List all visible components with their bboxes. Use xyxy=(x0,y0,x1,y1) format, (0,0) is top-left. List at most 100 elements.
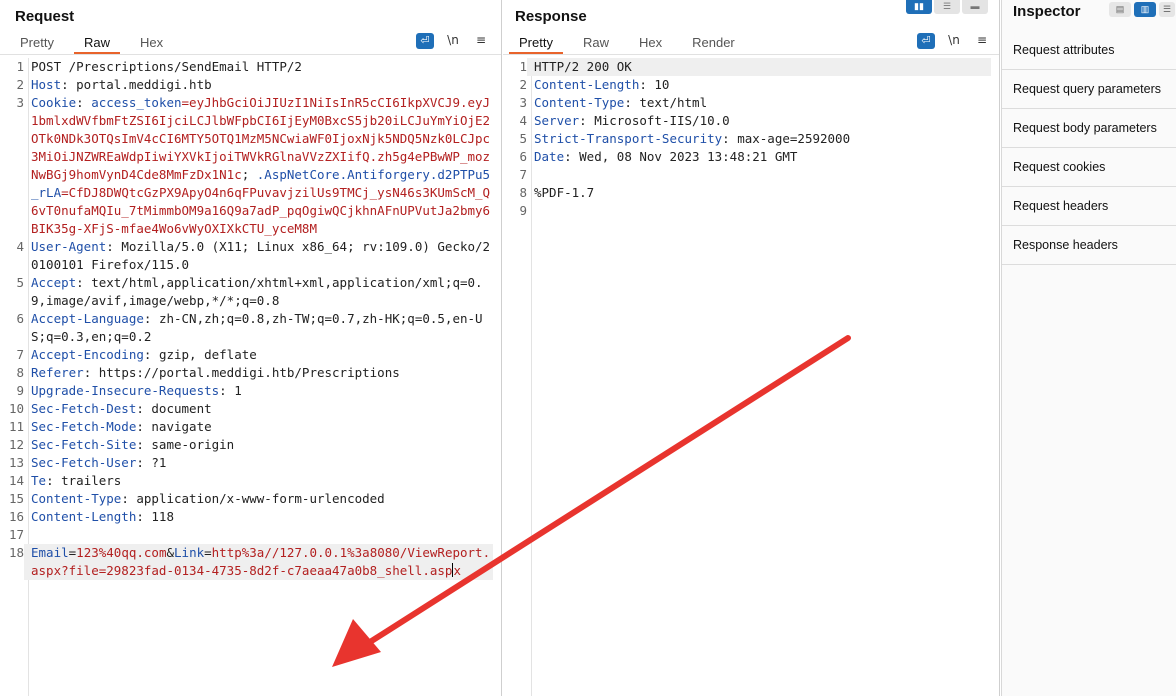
header-name: Sec-Fetch-User xyxy=(31,455,137,470)
show-newlines-icon[interactable]: \n xyxy=(945,33,963,49)
inspector-section-request-cookies[interactable]: Request cookies xyxy=(1002,148,1176,187)
response-lines: 1 HTTP/2 200 OK 2 Content-Length: 10 3 Conten… xyxy=(503,58,991,220)
line-text: Host: portal.meddigi.htb xyxy=(24,76,493,94)
text-segment: : 10 xyxy=(639,77,670,92)
text-segment: ; xyxy=(241,167,257,182)
request-pane: Request Pretty Raw Hex ⏎ \n ≡ 1 POST /Presc… xyxy=(0,0,502,696)
header-name: Host xyxy=(31,77,62,92)
code-line: 17 xyxy=(0,526,493,544)
code-line: 9 xyxy=(503,202,991,220)
code-line: 13 Sec-Fetch-User: ?1 xyxy=(0,454,493,472)
divider xyxy=(503,54,999,55)
request-tabs: Pretty Raw Hex xyxy=(10,33,183,55)
side-by-side-layout-icon[interactable]: ▮▮ xyxy=(906,0,932,14)
line-text: Accept-Encoding: gzip, deflate xyxy=(24,346,493,364)
text-segment: HTTP/2 200 OK xyxy=(534,59,632,74)
response-tab-render[interactable]: Render xyxy=(682,33,745,54)
text-segment: : xyxy=(76,95,92,110)
code-line: 11 Sec-Fetch-Mode: navigate xyxy=(0,418,493,436)
code-line: 5 Accept: text/html,application/xhtml+xml… xyxy=(0,274,493,310)
request-title: Request xyxy=(15,8,75,25)
code-line: 10 Sec-Fetch-Dest: document xyxy=(0,400,493,418)
line-text xyxy=(24,526,493,544)
inspector-list-icon[interactable]: ▤ xyxy=(1109,2,1131,17)
code-line: 2 Host: portal.meddigi.htb xyxy=(0,76,493,94)
line-number: 8 xyxy=(16,365,24,380)
line-number: 3 xyxy=(519,95,527,110)
code-line: 3 Cookie: access_token=eyJhbGciOiJIUzI1Ni… xyxy=(0,94,493,238)
header-name: Referer xyxy=(31,365,84,380)
inspector-section-request-attributes[interactable]: Request attributes xyxy=(1002,31,1176,70)
line-number: 8 xyxy=(519,185,527,200)
code-line: 7 Accept-Encoding: gzip, deflate xyxy=(0,346,493,364)
inspector-columns-icon[interactable]: ▥ xyxy=(1134,2,1156,17)
header-name: Date xyxy=(534,149,565,164)
response-tab-raw[interactable]: Raw xyxy=(573,33,619,54)
word-wrap-icon[interactable]: ⏎ xyxy=(416,33,434,49)
header-name: Te xyxy=(31,473,47,488)
text-segment: : application/x-www-form-urlencoded xyxy=(121,491,385,506)
line-text: Te: trailers xyxy=(24,472,493,490)
line-text: Content-Type: text/html xyxy=(527,94,991,112)
text-segment: %PDF-1.7 xyxy=(534,185,595,200)
inspector-toggles: ▤ ▥ ☰ xyxy=(1109,2,1175,17)
header-value: 123%40qq.com xyxy=(76,545,167,560)
menu-icon[interactable]: ≡ xyxy=(973,33,991,49)
text-segment: : 118 xyxy=(136,509,174,524)
text-segment: : Microsoft-IIS/10.0 xyxy=(579,113,730,128)
line-number: 1 xyxy=(519,59,527,74)
code-line: 2 Content-Length: 10 xyxy=(503,76,991,94)
header-name: Content-Length xyxy=(534,77,640,92)
response-tab-hex[interactable]: Hex xyxy=(629,33,672,54)
request-tab-hex[interactable]: Hex xyxy=(130,33,173,54)
header-name: Sec-Fetch-Site xyxy=(31,437,137,452)
text-segment: : text/html,application/xhtml+xml,applic… xyxy=(31,275,483,308)
code-line: 7 xyxy=(503,166,991,184)
request-lines: 1 POST /Prescriptions/SendEmail HTTP/2 2 Ho… xyxy=(0,58,493,580)
line-text: Cookie: access_token=eyJhbGciOiJIUzI1NiI… xyxy=(24,94,493,238)
menu-icon[interactable]: ≡ xyxy=(472,33,490,49)
show-newlines-icon[interactable]: \n xyxy=(444,33,462,49)
line-number: 7 xyxy=(519,167,527,182)
text-segment: : portal.meddigi.htb xyxy=(61,77,212,92)
code-line: 6 Accept-Language: zh-CN,zh;q=0.8,zh-TW;q… xyxy=(0,310,493,346)
single-pane-layout-icon[interactable]: ▬ xyxy=(962,0,988,14)
header-name: Upgrade-Insecure-Requests xyxy=(31,383,220,398)
header-name: User-Agent xyxy=(31,239,107,254)
response-tab-pretty[interactable]: Pretty xyxy=(509,33,563,54)
line-text: Upgrade-Insecure-Requests: 1 xyxy=(24,382,493,400)
line-text: Referer: https://portal.meddigi.htb/Pres… xyxy=(24,364,493,382)
response-title: Response xyxy=(515,8,587,25)
line-text xyxy=(527,202,991,220)
header-name: Sec-Fetch-Dest xyxy=(31,401,137,416)
request-tab-raw[interactable]: Raw xyxy=(73,33,120,54)
inspector-section-response-headers[interactable]: Response headers xyxy=(1002,226,1176,265)
text-segment: : https://portal.meddigi.htb/Prescriptio… xyxy=(83,365,400,380)
line-number: 18 xyxy=(8,545,24,560)
line-number: 3 xyxy=(16,95,24,110)
header-name: Accept-Language xyxy=(31,311,144,326)
header-name: Strict-Transport-Security xyxy=(534,131,723,146)
header-value: =CfDJ8DWQtcGzPX9ApyO4n6qFPuvavjzilUs9TMC… xyxy=(31,185,491,236)
inspector-menu-icon[interactable]: ☰ xyxy=(1159,2,1175,17)
line-number: 12 xyxy=(8,437,24,452)
request-tab-pretty[interactable]: Pretty xyxy=(10,33,64,54)
line-text: Accept-Language: zh-CN,zh;q=0.8,zh-TW;q=… xyxy=(24,310,493,346)
stacked-layout-icon[interactable]: ☰ xyxy=(934,0,960,14)
word-wrap-icon[interactable]: ⏎ xyxy=(917,33,935,49)
text-segment: : navigate xyxy=(136,419,212,434)
line-number: 10 xyxy=(8,401,24,416)
text-segment: & xyxy=(166,545,175,560)
request-editor[interactable]: 1 POST /Prescriptions/SendEmail HTTP/2 2 Ho… xyxy=(0,58,501,696)
text-segment: : max-age=2592000 xyxy=(722,131,851,146)
inspector-section-request-headers[interactable]: Request headers xyxy=(1002,187,1176,226)
line-text: Date: Wed, 08 Nov 2023 13:48:21 GMT xyxy=(527,148,991,166)
response-editor[interactable]: 1 HTTP/2 200 OK 2 Content-Length: 10 3 Conten… xyxy=(503,58,999,696)
code-line: 9 Upgrade-Insecure-Requests: 1 xyxy=(0,382,493,400)
layout-toggles: ▮▮ ☰ ▬ xyxy=(906,0,988,14)
code-line: 15 Content-Type: application/x-www-form-u… xyxy=(0,490,493,508)
divider xyxy=(0,54,501,55)
inspector-section-request-body-parameters[interactable]: Request body parameters xyxy=(1002,109,1176,148)
inspector-section-request-query-parameters[interactable]: Request query parameters xyxy=(1002,70,1176,109)
inspector-sections: Request attributes Request query paramete… xyxy=(1002,31,1176,265)
